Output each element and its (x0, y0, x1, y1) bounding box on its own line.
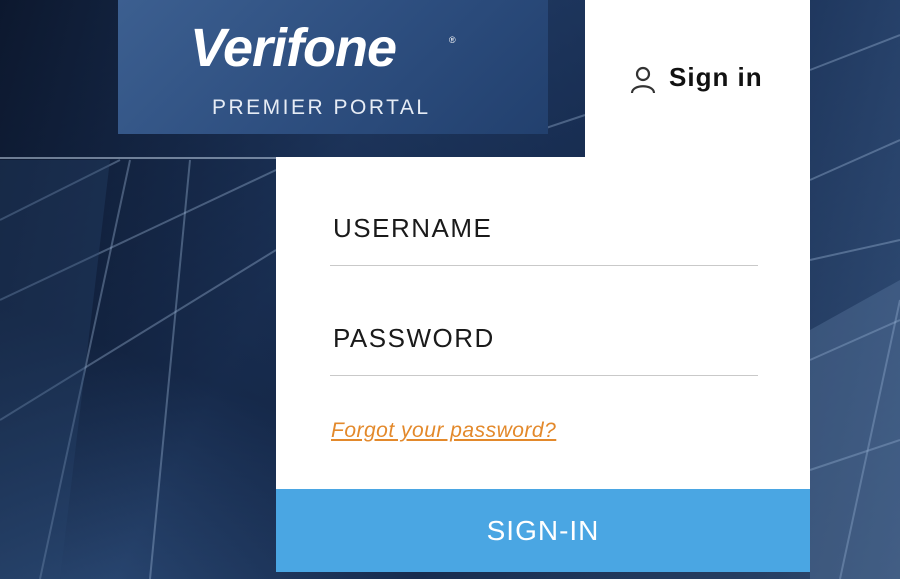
password-input[interactable] (330, 336, 758, 376)
portal-subtitle: PREMIER PORTAL (212, 96, 431, 119)
divider-line (0, 157, 276, 159)
signin-submit-button[interactable]: SIGN-IN (276, 489, 810, 572)
forgot-password-link[interactable]: Forgot your password? (331, 419, 556, 443)
registered-mark: ® (449, 35, 456, 45)
username-input[interactable] (330, 226, 758, 266)
verifone-logo: Verifone (190, 18, 397, 78)
user-icon (630, 66, 656, 94)
signin-heading: Sign in (669, 62, 763, 92)
